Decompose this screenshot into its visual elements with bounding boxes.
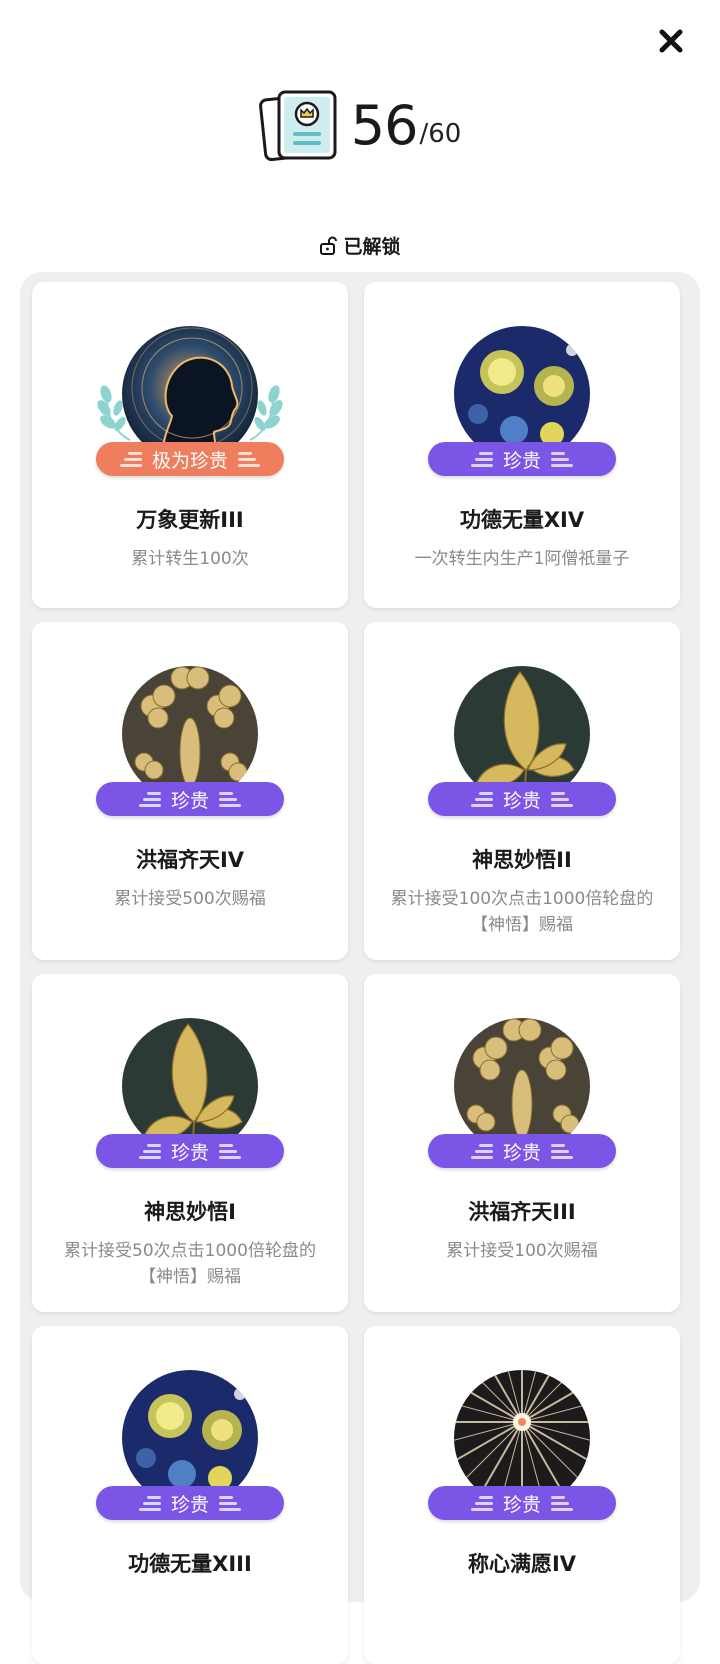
achievement-counter: 56 /60 [0, 88, 720, 164]
achievement-card[interactable]: 极为珍贵 万象更新III 累计转生100次 [32, 282, 348, 608]
rarity-label: 珍贵 [502, 1493, 541, 1516]
rarity-label: 珍贵 [502, 1141, 541, 1164]
achievement-title: 功德无量XIV [459, 508, 585, 532]
rarity-ribbon: 珍贵 [428, 782, 616, 816]
rarity-ribbon: 珍贵 [96, 782, 284, 816]
rarity-label: 珍贵 [502, 449, 541, 472]
rarity-ribbon: 极为珍贵 [96, 442, 284, 476]
achievement-card[interactable]: 珍贵 洪福齐天IV 累计接受500次赐福 [32, 622, 348, 960]
achievement-card[interactable]: 珍贵 洪福齐天III 累计接受100次赐福 [364, 974, 680, 1312]
achievement-badge: 极为珍贵 [90, 326, 290, 478]
achievement-desc: 累计接受100次点击1000倍轮盘的【神悟】赐福 [390, 889, 654, 935]
achievement-title: 洪福齐天IV [135, 848, 245, 872]
status-label: 已解锁 [343, 236, 401, 258]
unlock-icon [320, 236, 338, 255]
achievement-desc: 累计转生100次 [131, 549, 249, 569]
achievement-cards-icon [258, 90, 337, 162]
rarity-ribbon: 珍贵 [96, 1134, 284, 1168]
rarity-ribbon: 珍贵 [428, 442, 616, 476]
achievement-badge: 珍贵 [90, 666, 290, 818]
achievement-badge: 珍贵 [422, 1370, 622, 1522]
unlocked-count: 56 [350, 94, 419, 157]
achievement-grid: 极为珍贵 万象更新III 累计转生100次 珍贵 功德无量XIV 一次转生内生产… [32, 282, 688, 1664]
total-count: /60 [419, 119, 462, 149]
achievement-title: 神思妙悟I [144, 1200, 236, 1224]
rarity-ribbon: 珍贵 [96, 1486, 284, 1520]
rarity-label: 珍贵 [502, 789, 541, 812]
achievement-title: 称心满愿IV [467, 1552, 577, 1576]
rarity-label: 珍贵 [170, 1493, 209, 1516]
achievement-desc: 累计接受500次赐福 [114, 889, 266, 909]
close-button[interactable] [656, 26, 686, 56]
achievement-badge: 珍贵 [422, 1018, 622, 1170]
achievement-title: 万象更新III [136, 508, 244, 532]
rarity-ribbon: 珍贵 [428, 1134, 616, 1168]
achievement-card[interactable]: 珍贵 称心满愿IV [364, 1326, 680, 1664]
achievement-card[interactable]: 珍贵 神思妙悟II 累计接受100次点击1000倍轮盘的【神悟】赐福 [364, 622, 680, 960]
achievement-badge: 珍贵 [90, 1370, 290, 1522]
achievement-card[interactable]: 珍贵 神思妙悟I 累计接受50次点击1000倍轮盘的【神悟】赐福 [32, 974, 348, 1312]
rarity-label: 珍贵 [170, 1141, 209, 1164]
achievement-desc: 累计接受50次点击1000倍轮盘的【神悟】赐福 [64, 1241, 316, 1287]
unlocked-filter[interactable]: 已解锁 [0, 232, 720, 259]
close-icon [659, 29, 683, 53]
achievement-desc: 一次转生内生产1阿僧祇量子 [414, 549, 630, 569]
achievement-badge: 珍贵 [90, 1018, 290, 1170]
achievement-card[interactable]: 珍贵 功德无量XIII [32, 1326, 348, 1664]
achievement-title: 洪福齐天III [468, 1200, 576, 1224]
achievement-title: 功德无量XIII [128, 1552, 252, 1576]
achievement-badge: 珍贵 [422, 666, 622, 818]
rarity-label: 极为珍贵 [151, 449, 228, 472]
rarity-label: 珍贵 [170, 789, 209, 812]
rarity-ribbon: 珍贵 [428, 1486, 616, 1520]
achievement-title: 神思妙悟II [472, 848, 572, 872]
achievement-badge: 珍贵 [422, 326, 622, 478]
achievement-desc: 累计接受100次赐福 [446, 1241, 598, 1261]
achievement-card[interactable]: 珍贵 功德无量XIV 一次转生内生产1阿僧祇量子 [364, 282, 680, 608]
